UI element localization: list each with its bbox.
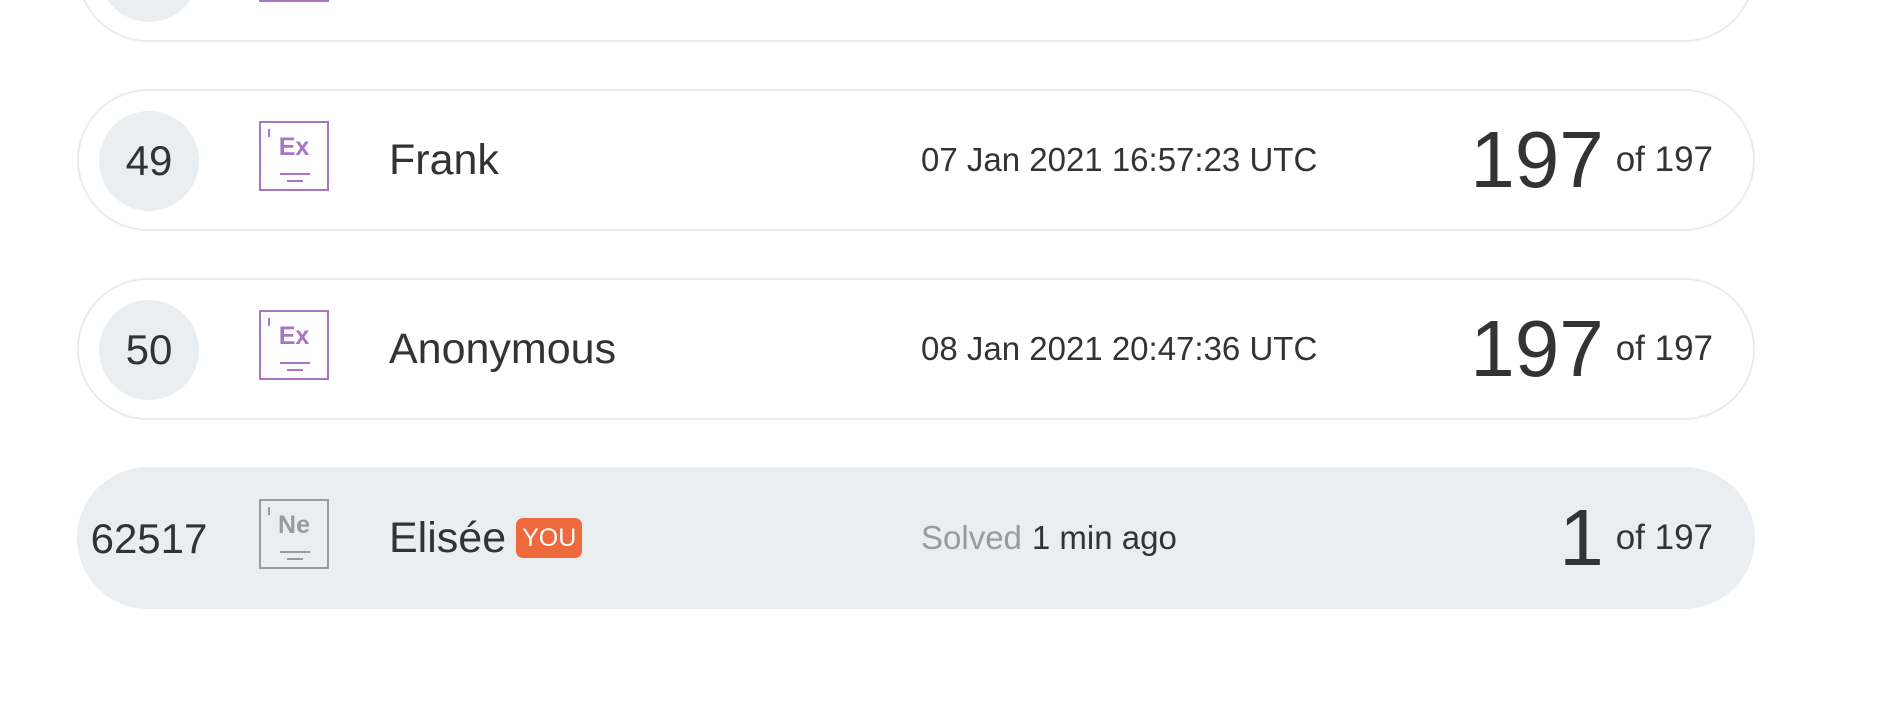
score-total: of 197 — [1615, 329, 1713, 368]
badge-underline — [280, 173, 310, 175]
player-name[interactable]: Anonymous — [389, 280, 616, 418]
score: 1 of 197 — [1559, 469, 1713, 607]
element-badge-symbol: Ne — [278, 511, 310, 539]
solved-date: 07 Jan 2021 16:57:23 UTC — [921, 91, 1317, 229]
solved-prefix: Solved — [921, 519, 1022, 556]
player-name-text[interactable]: Frank — [389, 136, 499, 185]
player-name-text[interactable]: Anonymous — [389, 325, 616, 374]
badge-underline — [280, 551, 310, 553]
leaderboard: 49 Ex Frank 07 Jan 2021 16:57:23 UTC 197… — [0, 0, 1884, 716]
element-badge-icon: Ex — [259, 121, 329, 191]
solved-time: 1 min ago — [1031, 519, 1177, 556]
player-name[interactable]: Elisée YOU — [389, 469, 583, 607]
score-value: 197 — [1470, 115, 1604, 204]
badge-underline-short — [287, 369, 303, 371]
score-value: 1 — [1559, 493, 1604, 582]
rank-number: 50 — [125, 326, 173, 373]
element-badge-icon — [259, 0, 329, 2]
solved-date-text: 08 Jan 2021 20:47:36 UTC — [921, 330, 1318, 367]
badge-underline-short — [287, 558, 303, 560]
element-badge-icon: Ex — [259, 310, 329, 380]
score-total: of 197 — [1615, 518, 1713, 557]
element-badge-symbol: Ex — [278, 133, 310, 161]
leaderboard-row: 49 Ex Frank 07 Jan 2021 16:57:23 UTC 197… — [77, 89, 1755, 231]
solved-date: 08 Jan 2021 20:47:36 UTC — [921, 280, 1317, 418]
player-name[interactable]: Frank — [389, 91, 499, 229]
leaderboard-row-previous — [77, 0, 1755, 42]
element-badge-symbol: Ex — [278, 322, 310, 350]
player-name-text[interactable]: Elisée — [389, 514, 506, 563]
rank-circle: 62517 — [79, 489, 219, 589]
rank-circle: 50 — [99, 300, 199, 400]
score-value: 197 — [1470, 304, 1604, 393]
rank-number: 49 — [125, 137, 173, 184]
badge-underline — [280, 362, 310, 364]
score: 197 of 197 — [1470, 91, 1713, 229]
leaderboard-row: 50 Ex Anonymous 08 Jan 2021 20:47:36 UTC… — [77, 278, 1755, 420]
solved-date-text: 07 Jan 2021 16:57:23 UTC — [921, 141, 1318, 178]
rank-circle: 49 — [99, 111, 199, 211]
rank-number: 62517 — [90, 515, 208, 562]
badge-underline-short — [287, 180, 303, 182]
score: 197 of 197 — [1470, 280, 1713, 418]
rank-circle — [99, 0, 199, 22]
score-total: of 197 — [1615, 140, 1713, 179]
solved-status: Solved 1 min ago — [921, 469, 1177, 607]
leaderboard-row-current-user: 62517 Ne Elisée YOU Solved 1 min ago 1 o… — [77, 467, 1755, 609]
element-badge-icon: Ne — [259, 499, 329, 569]
you-badge: YOU — [516, 518, 583, 558]
